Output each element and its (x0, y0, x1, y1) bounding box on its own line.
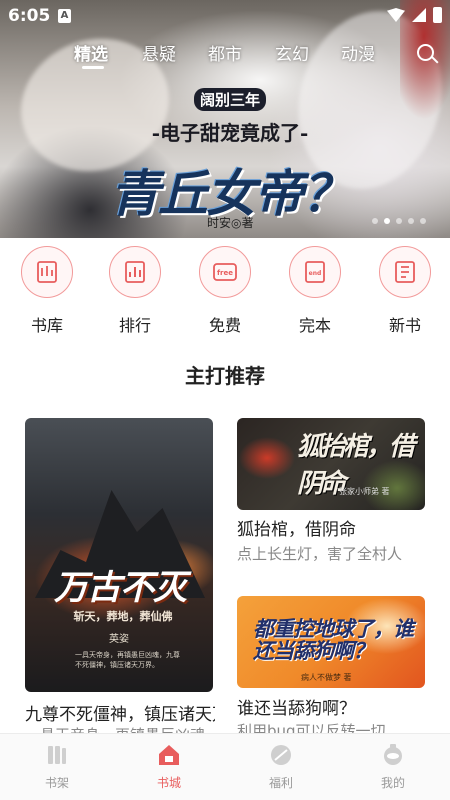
completed-icon: end (289, 246, 341, 298)
side-book-title[interactable]: 狐抬棺，借阴命 (237, 515, 437, 540)
nav-label: 书城 (156, 776, 181, 790)
quick-nav-label: 完本 (298, 316, 331, 335)
banner-pagination[interactable] (372, 218, 426, 224)
free-icon: free (199, 246, 251, 298)
cover-author: 英姿 (109, 634, 129, 645)
tab-urban[interactable]: 都市 (208, 40, 242, 65)
banner-dot[interactable] (420, 218, 426, 224)
library-icon (21, 246, 73, 298)
quick-nav-label: 免费 (208, 316, 241, 335)
nav-label: 福利 (268, 776, 293, 790)
category-tabs: 精选 悬疑 都市 玄幻 动漫 (0, 36, 450, 76)
quick-nav-completed[interactable]: end 完本 (285, 246, 345, 336)
quick-nav-free[interactable]: free 免费 (195, 246, 255, 336)
cover-title: 万古不灭 (54, 568, 187, 608)
cover-tagline: 斩天，葬地，葬仙佛 (73, 610, 173, 623)
bookshelf-icon (44, 742, 70, 768)
quick-nav-library[interactable]: 书库 (17, 246, 77, 336)
banner-dot[interactable] (408, 218, 414, 224)
welfare-icon (268, 742, 294, 768)
svg-text:free: free (217, 269, 233, 277)
bookstore-icon (156, 742, 182, 768)
tab-fantasy[interactable]: 玄幻 (275, 40, 309, 65)
tab-anime[interactable]: 动漫 (341, 40, 375, 65)
tab-suspense[interactable]: 悬疑 (142, 40, 176, 65)
nav-label: 书架 (44, 776, 69, 790)
featured-book-cover[interactable]: 万古不灭 斩天，葬地，葬仙佛 英姿 一具天帝身，再镇愚巨凶魂，九尊不死僵神，镇压… (25, 418, 213, 692)
tab-featured[interactable]: 精选 (74, 40, 108, 65)
wifi-icon (387, 8, 405, 22)
search-icon-handle (431, 56, 439, 64)
side-book-title[interactable]: 谁还当舔狗啊？ (237, 694, 437, 719)
battery-icon (433, 7, 442, 23)
svg-text:end: end (309, 270, 322, 277)
banner-kicker: 阔别三年 (193, 88, 266, 111)
quick-nav-new-books[interactable]: 新书 (375, 246, 435, 336)
ranking-icon (109, 246, 161, 298)
signal-icon (412, 8, 426, 22)
cover-blurb: 一具天帝身，再镇愚巨凶魂，九尊不死僵神，镇压诸天万界。 (75, 651, 180, 669)
section-title: 主打推荐 (185, 364, 265, 388)
nav-welfare[interactable]: 福利 (236, 734, 326, 791)
active-tab-indicator (82, 66, 104, 69)
featured-book-title[interactable]: 九尊不死僵神，镇压诸天万界 (25, 700, 215, 725)
banner-title-block: 阔别三年 -电子甜宠竟成了- 青丘女帝？ 时安◎著 (95, 88, 365, 238)
nav-bookshelf[interactable]: 书架 (12, 734, 102, 791)
banner-author: 时安◎著 (207, 216, 254, 230)
bottom-nav: 书架 书城 福利 我的 (0, 733, 450, 800)
side-book-cover[interactable]: 狐抬棺，借阴命 张家小师弟 著 (237, 418, 425, 510)
search-button[interactable] (415, 42, 439, 66)
quick-nav-label: 新书 (388, 316, 421, 335)
status-bar: 6:05 A (0, 0, 450, 32)
status-a-icon: A (58, 9, 71, 23)
banner-subtitle: -电子甜宠竟成了- (151, 121, 309, 145)
quick-nav-ranking[interactable]: 排行 (105, 246, 165, 336)
cover-author: 张家小师弟 著 (339, 487, 390, 496)
new-book-icon (379, 246, 431, 298)
side-book-cover[interactable]: 都重控地球了，谁还当舔狗啊？ 病人不做梦 著 (237, 596, 425, 688)
quick-nav-label: 排行 (118, 316, 151, 335)
banner-dot[interactable] (396, 218, 402, 224)
status-time: 6:05 (8, 6, 51, 26)
nav-bookstore[interactable]: 书城 (124, 734, 214, 791)
status-icons (387, 7, 442, 23)
side-book-desc: 点上长生灯，害了全村人 (237, 545, 403, 563)
nav-label: 我的 (380, 776, 405, 790)
banner-dot-active[interactable] (384, 218, 390, 224)
quick-nav: 书库 排行 free 免费 end 完本 新书 (0, 246, 450, 338)
cover-author: 病人不做梦 著 (301, 673, 352, 682)
nav-profile[interactable]: 我的 (348, 734, 438, 791)
banner-dot[interactable] (372, 218, 378, 224)
profile-icon (380, 742, 406, 768)
quick-nav-label: 书库 (30, 316, 63, 335)
cover-title: 都重控地球了，谁还当舔狗啊？ (253, 617, 414, 663)
